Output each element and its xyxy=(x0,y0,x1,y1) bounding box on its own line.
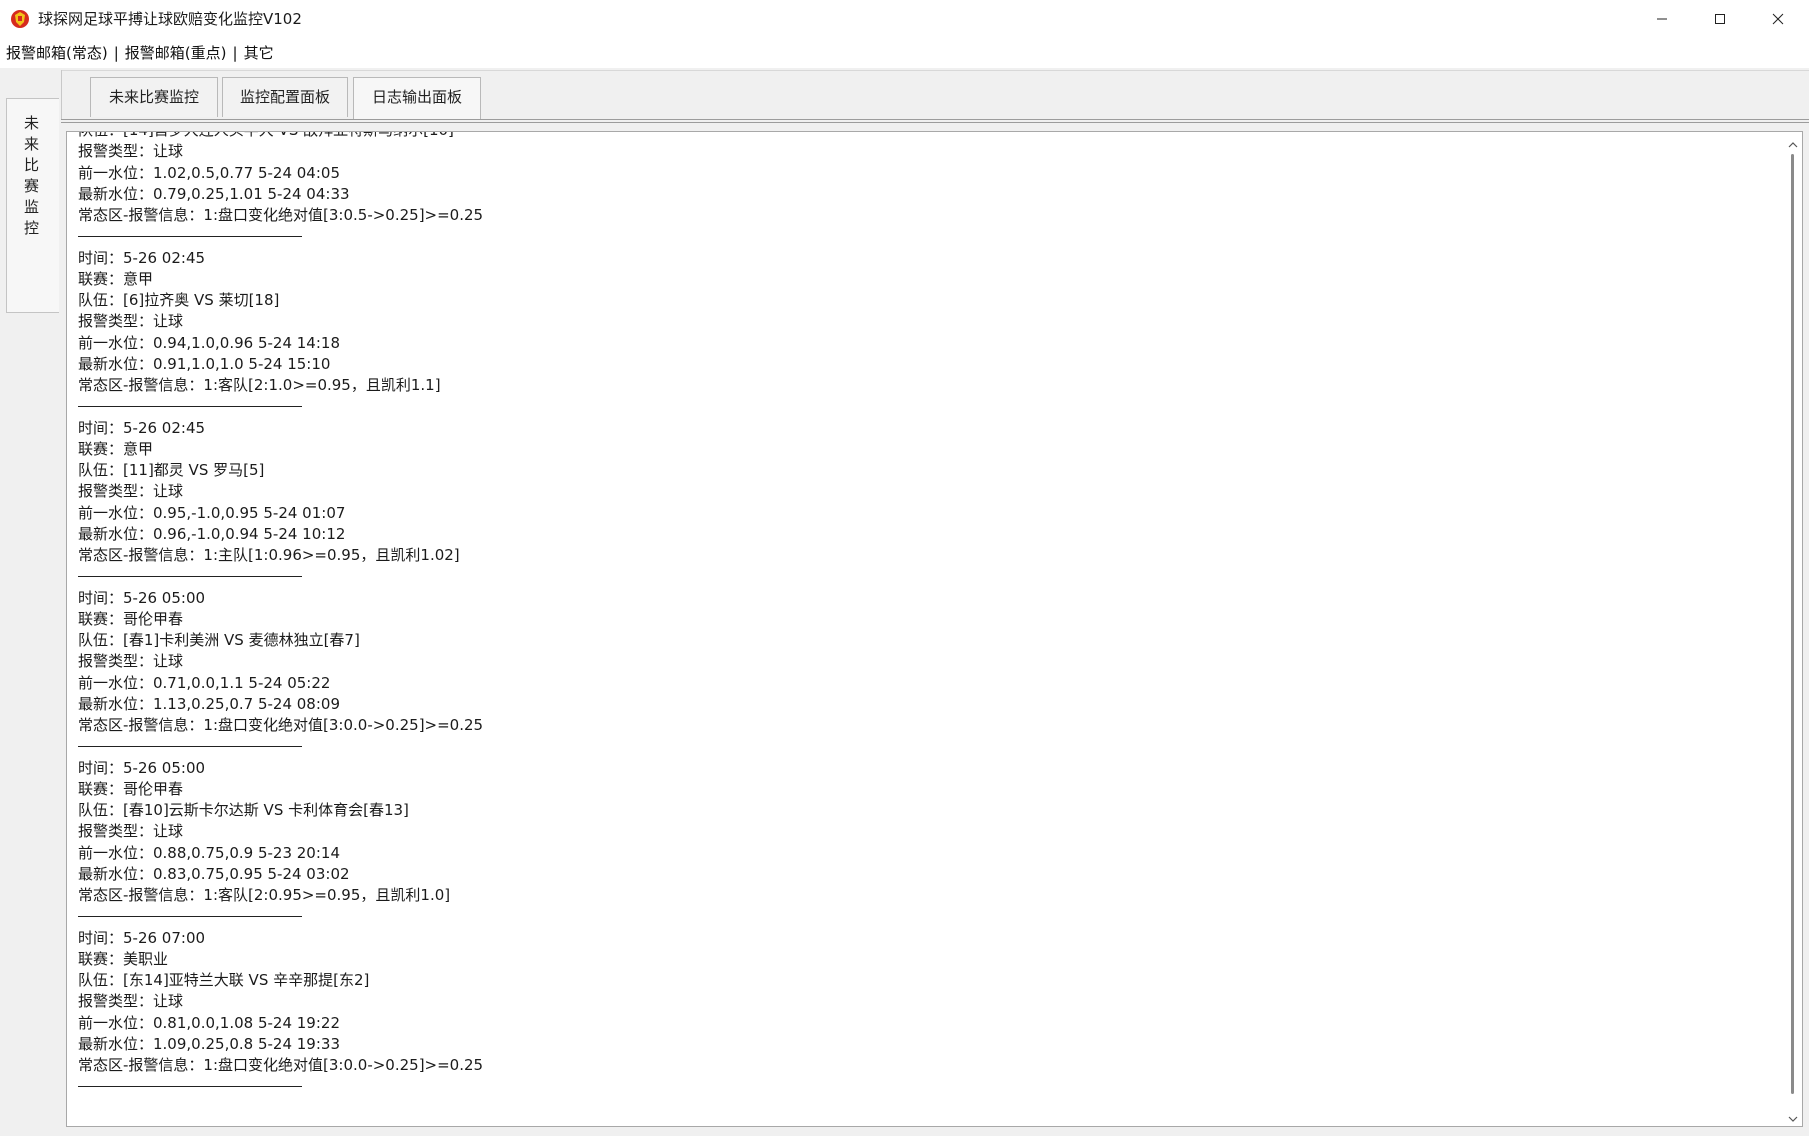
log-line: 时间：5-26 02:45 xyxy=(78,248,206,267)
log-line: 最新水位：0.96,-1.0,0.94 5-24 10:12 xyxy=(78,524,346,543)
app-logo-icon xyxy=(10,9,30,29)
log-line: 队伍：[11]都灵 VS 罗马[5] xyxy=(78,461,265,479)
maximize-button[interactable] xyxy=(1691,0,1749,38)
log-line: 前一水位：0.88,0.75,0.9 5-23 20:14 xyxy=(78,843,340,862)
menu-separator: | xyxy=(113,44,119,62)
log-line: 常态区-报警信息：1:主队[1:0.96>=0.95，且凯利1.02] xyxy=(78,546,460,564)
close-icon xyxy=(1772,13,1784,25)
scroll-down-arrow-icon[interactable] xyxy=(1787,1110,1799,1122)
log-line: 最新水位：1.09,0.25,0.8 5-24 19:33 xyxy=(78,1034,340,1053)
log-line: 队伍：[春1]卡利美洲 VS 麦德林独立[春7] xyxy=(78,631,360,649)
menu-bar: 报警邮箱(常态) | 报警邮箱(重点) | 其它 xyxy=(0,38,1809,68)
log-line: 时间：5-26 02:45 xyxy=(78,418,206,437)
log-separator xyxy=(78,1076,483,1097)
left-tab-label-wrap: 未来比赛监控 xyxy=(7,113,56,239)
log-line: 队伍：[6]拉齐奥 VS 莱切[18] xyxy=(78,291,280,309)
log-line: 常态区-报警信息：1:盘口变化绝对值[3:0.0->0.25]>=0.25 xyxy=(78,716,484,734)
log-line: 报警类型：让球 xyxy=(78,652,184,671)
log-line: 队伍：[东14]亚特兰大联 VS 辛辛那提[东2] xyxy=(78,971,370,989)
log-line: 联赛：哥伦甲春 xyxy=(78,609,184,628)
close-button[interactable] xyxy=(1749,0,1807,38)
log-line: 前一水位：0.94,1.0,0.96 5-24 14:18 xyxy=(78,333,340,352)
log-line: 前一水位：1.02,0.5,0.77 5-24 04:05 xyxy=(78,163,340,182)
log-line: 最新水位：0.83,0.75,0.95 5-24 03:02 xyxy=(78,864,350,883)
tab-future-matches[interactable]: 未来比赛监控 xyxy=(90,77,218,117)
log-line: 报警类型：让球 xyxy=(78,312,184,331)
log-line: 时间：5-26 05:00 xyxy=(78,588,206,607)
log-line: 时间：5-26 05:00 xyxy=(78,758,206,777)
log-scrollbar[interactable] xyxy=(1784,132,1801,1126)
log-line: 队伍：[春10]云斯卡尔达斯 VS 卡利体育会[春13] xyxy=(78,801,409,819)
app-window: 球探网足球平搏让球欧赔变化监控V102 报警邮箱(常态) | 报警邮箱(重点) … xyxy=(0,0,1809,1136)
log-line: 常态区-报警信息：1:客队[2:1.0>=0.95，且凯利1.1] xyxy=(78,376,441,394)
scroll-thumb[interactable] xyxy=(1791,154,1794,1094)
log-line: 最新水位：0.91,1.0,1.0 5-24 15:10 xyxy=(78,354,331,373)
scroll-up-arrow-icon[interactable] xyxy=(1787,136,1799,148)
log-line: 联赛：意甲 xyxy=(78,269,154,288)
log-line: 时间：5-26 07:00 xyxy=(78,928,206,947)
log-line: 最新水位：1.13,0.25,0.7 5-24 08:09 xyxy=(78,694,340,713)
log-line: 报警类型：让球 xyxy=(78,822,184,841)
title-bar[interactable]: 球探网足球平搏让球欧赔变化监控V102 xyxy=(0,0,1809,38)
left-tab-future-matches[interactable]: 未来比赛监控 xyxy=(6,98,59,313)
log-separator xyxy=(78,906,483,927)
log-separator xyxy=(78,396,483,417)
log-line: 前一水位：0.71,0.0,1.1 5-24 05:22 xyxy=(78,673,331,692)
log-separator xyxy=(78,566,483,587)
minimize-icon xyxy=(1657,18,1667,20)
log-line: 联赛：哥伦甲春 xyxy=(78,779,184,798)
minimize-button[interactable] xyxy=(1633,0,1691,38)
log-line: 常态区-报警信息：1:盘口变化绝对值[3:0.0->0.25]>=0.25 xyxy=(78,1056,484,1074)
log-content: 队伍：[14]首罗大连人头半大 VS 敌拜亚特斯马纳尔[10]报警类型：让球前一… xyxy=(78,132,484,1098)
log-line: 最新水位：0.79,0.25,1.01 5-24 04:33 xyxy=(78,184,350,203)
menu-separator: | xyxy=(232,44,238,62)
window-title: 球探网足球平搏让球欧赔变化监控V102 xyxy=(38,10,302,28)
left-tab-strip: 未来比赛监控 xyxy=(0,70,62,1134)
log-line: 联赛：意甲 xyxy=(78,439,154,458)
log-separator xyxy=(78,226,483,247)
menu-alert-email-normal[interactable]: 报警邮箱(常态) xyxy=(0,38,108,68)
left-tab-label: 未来比赛监控 xyxy=(23,114,39,237)
log-separator xyxy=(78,736,483,757)
tab-monitor-config[interactable]: 监控配置面板 xyxy=(222,77,348,117)
log-line: 报警类型：让球 xyxy=(78,142,184,161)
log-line: 队伍：[14]首罗大连人头半大 VS 敌拜亚特斯马纳尔[10] xyxy=(78,132,483,141)
log-line: 常态区-报警信息：1:盘口变化绝对值[3:0.5->0.25]>=0.25 xyxy=(78,206,484,224)
log-line: 前一水位：0.95,-1.0,0.95 5-24 01:07 xyxy=(78,503,346,522)
log-line: 前一水位：0.81,0.0,1.08 5-24 19:22 xyxy=(78,1013,340,1032)
log-line: 报警类型：让球 xyxy=(78,482,184,501)
menu-other[interactable]: 其它 xyxy=(238,38,274,68)
tab-log-output[interactable]: 日志输出面板 xyxy=(353,77,481,120)
log-line: 联赛：美职业 xyxy=(78,949,169,968)
log-line: 常态区-报警信息：1:客队[2:0.95>=0.95，且凯利1.0] xyxy=(78,886,451,904)
log-line: 报警类型：让球 xyxy=(78,992,184,1011)
menu-alert-email-key[interactable]: 报警邮箱(重点) xyxy=(119,38,227,68)
log-panel: 队伍：[14]首罗大连人头半大 VS 敌拜亚特斯马纳尔[10]报警类型：让球前一… xyxy=(61,119,1809,1136)
log-output-textarea[interactable]: 队伍：[14]首罗大连人头半大 VS 敌拜亚特斯马纳尔[10]报警类型：让球前一… xyxy=(66,131,1803,1127)
maximize-icon xyxy=(1715,14,1725,24)
